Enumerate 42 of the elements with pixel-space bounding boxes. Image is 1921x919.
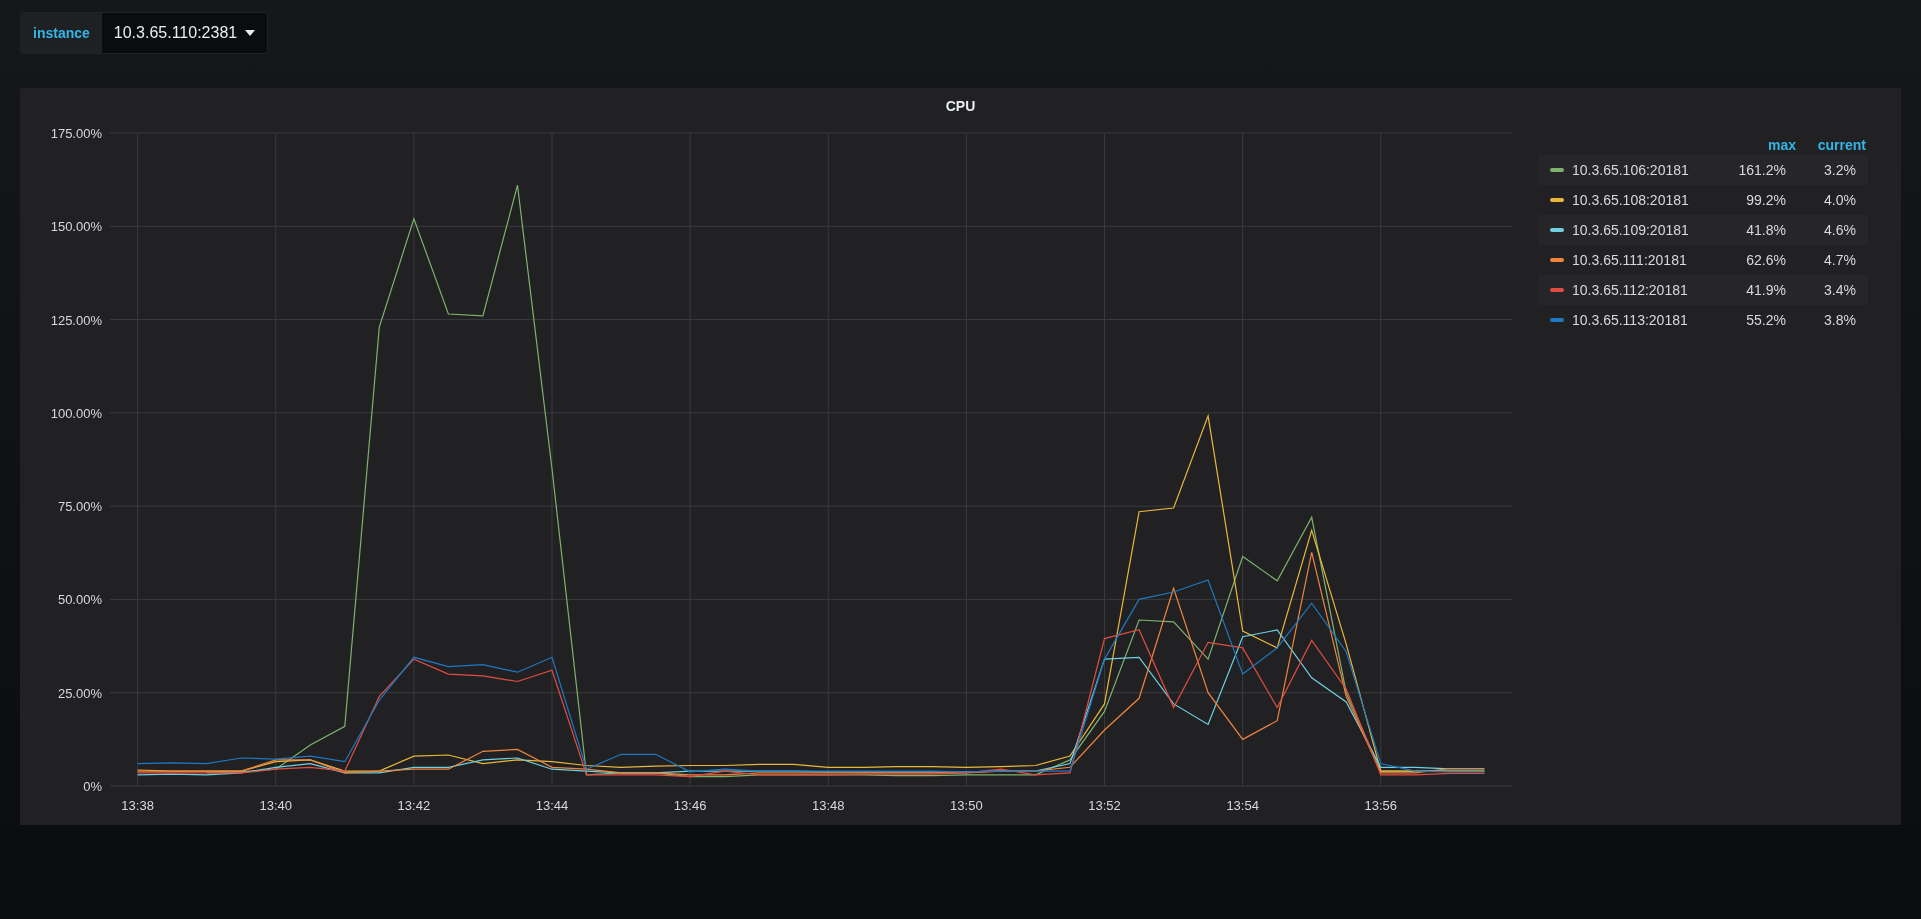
legend-max-value: 161.2% [1737, 160, 1786, 180]
legend-current-value: 3.2% [1823, 160, 1856, 180]
variable-dropdown[interactable]: 10.3.65.110:2381 [101, 13, 268, 53]
variable-label: instance [21, 13, 102, 53]
x-tick-label: 13:52 [1088, 798, 1121, 813]
legend-max-value: 41.8% [1745, 220, 1786, 240]
legend-series-name[interactable]: 10.3.65.111:20181 [1572, 249, 1716, 271]
panel-title: CPU [945, 97, 976, 116]
y-tick-label: 100.00% [50, 405, 102, 421]
x-tick-label: 13:40 [259, 798, 293, 813]
legend-current-value: 3.4% [1823, 280, 1856, 300]
legend-series-name[interactable]: 10.3.65.109:20181 [1572, 219, 1716, 241]
x-tick-label: 13:56 [1364, 798, 1398, 813]
y-tick-label: 50.00% [57, 592, 102, 608]
legend-column-header[interactable]: current [1796, 135, 1866, 155]
legend-series-name[interactable]: 10.3.65.113:20181 [1572, 309, 1716, 331]
x-tick-label: 13:42 [397, 798, 431, 813]
legend-current-value: 4.7% [1823, 250, 1856, 270]
legend-max-value: 99.2% [1745, 190, 1786, 210]
legend-series-name[interactable]: 10.3.65.108:20181 [1572, 189, 1716, 211]
y-tick-label: 175.00% [50, 126, 102, 141]
legend-column-header[interactable]: max [1736, 135, 1796, 155]
y-tick-label: 0% [83, 779, 102, 794]
y-tick-label: 75.00% [57, 499, 102, 515]
x-tick-label: 13:50 [950, 798, 983, 813]
y-tick-label: 150.00% [50, 219, 102, 235]
x-tick-label: 13:44 [535, 798, 569, 813]
legend-current-value: 4.0% [1823, 190, 1856, 210]
legend-max-value: 62.6% [1745, 250, 1786, 270]
legend-max-value: 55.2% [1745, 310, 1786, 330]
legend-series-name[interactable]: 10.3.65.106:20181 [1572, 159, 1716, 181]
x-tick-label: 13:38 [121, 798, 154, 813]
legend-current-value: 4.6% [1823, 220, 1856, 240]
y-tick-label: 125.00% [50, 312, 102, 328]
legend-series-name[interactable]: 10.3.65.112:20181 [1572, 279, 1716, 301]
x-tick-label: 13:48 [812, 798, 845, 813]
y-tick-label: 25.00% [57, 685, 102, 701]
caret-icon [245, 30, 256, 36]
legend-max-value: 41.9% [1745, 280, 1786, 300]
x-tick-label: 13:54 [1226, 798, 1259, 813]
x-tick-label: 13:46 [673, 798, 707, 813]
legend-current-value: 3.8% [1823, 310, 1856, 330]
